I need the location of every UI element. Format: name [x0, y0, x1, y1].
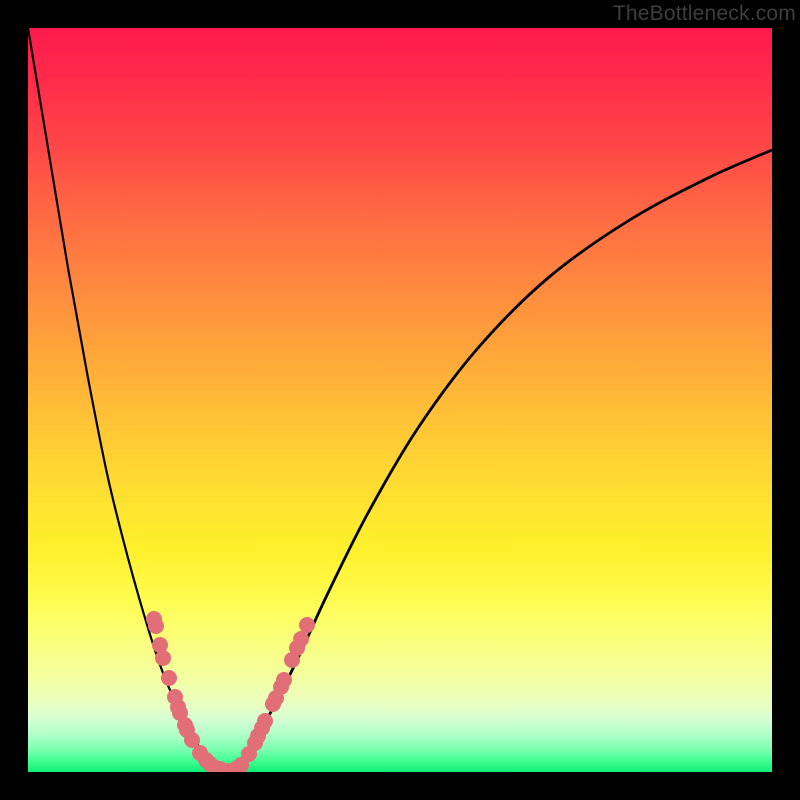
dots-group	[147, 612, 315, 773]
data-dot	[156, 651, 171, 666]
dots-svg	[28, 28, 772, 772]
data-dot	[149, 619, 164, 634]
data-dot	[185, 733, 200, 748]
data-dot	[300, 618, 315, 633]
watermark-text: TheBottleneck.com	[613, 2, 796, 26]
data-dot	[162, 671, 177, 686]
data-dot	[258, 714, 273, 729]
data-dot	[277, 673, 292, 688]
plot-area	[28, 28, 772, 772]
data-dot	[294, 632, 309, 647]
data-dot	[153, 638, 168, 653]
